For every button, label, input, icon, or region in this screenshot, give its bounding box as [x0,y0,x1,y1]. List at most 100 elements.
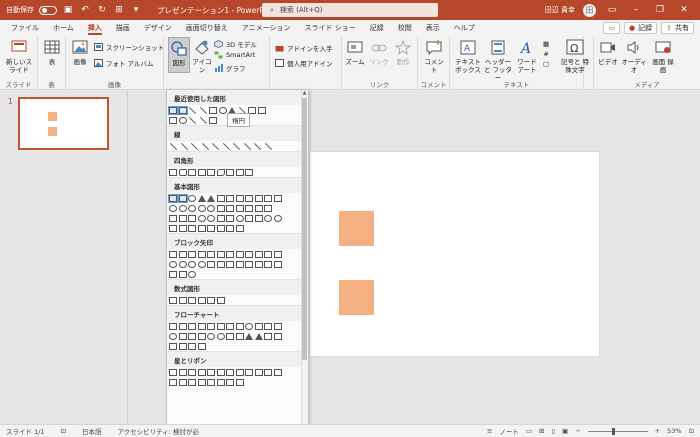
snip-rect-2-shape[interactable] [197,168,206,176]
curve-line-shape[interactable] [243,142,251,150]
curved-ribbon-down-shape[interactable] [197,378,206,386]
chord-shape[interactable] [197,204,206,212]
cube-shape[interactable] [178,214,187,222]
left-right-arrow-shape[interactable] [207,250,215,258]
fit-slide-icon[interactable]: ⊡ [689,427,694,435]
language-status[interactable]: 日本語 [82,426,102,436]
left-arrow-shape[interactable] [178,250,187,258]
link-button[interactable]: リンク [368,39,390,66]
zoom-button[interactable]: ズーム [344,39,366,66]
no-symbol-shape[interactable] [207,214,215,222]
scrollbar-thumb[interactable] [302,98,307,360]
left-brace-shape[interactable] [226,224,234,232]
star-7-shape[interactable] [216,368,225,376]
frame-shape[interactable] [216,204,225,212]
explosion-2-shape[interactable] [178,368,187,376]
slide-thumbnail[interactable] [18,97,109,150]
customize-quick-access-icon[interactable]: ▾ [130,4,142,16]
new-slide-button[interactable]: 新しいスライド [3,39,35,74]
tab-home[interactable]: ホーム [46,20,81,36]
minus-shape[interactable] [178,296,187,304]
pentagon-arrow-shape[interactable] [226,260,234,268]
wordart-button[interactable]: A ワード アート [514,39,540,74]
wave-shape[interactable] [226,378,234,386]
elbow-connector-shape[interactable] [201,142,209,150]
extract-shape[interactable] [245,332,253,340]
snip-rect-3-shape[interactable] [207,168,215,176]
teardrop-shape[interactable] [207,204,215,212]
rect-shape-a[interactable] [169,168,177,176]
icons-button[interactable]: アイコン [192,39,212,74]
display-shape[interactable] [197,342,206,350]
textbox-shape[interactable] [168,105,178,115]
graph-button[interactable]: グラフ [214,63,246,73]
smartart-button[interactable]: SmartArt [214,51,255,59]
video-button[interactable]: ビデオ [597,39,619,66]
user-name[interactable]: 田辺 貴幸 [545,5,575,15]
right-bracket-shape[interactable] [216,224,225,232]
donut-shape[interactable] [197,214,206,222]
magnetic-disk-shape[interactable] [178,342,187,350]
merge-shape[interactable] [254,332,263,340]
star-4-shape[interactable] [188,368,196,376]
summing-junction-shape[interactable] [207,332,215,340]
rectangle-shape-1[interactable] [339,211,374,246]
curved-arrow-shape[interactable] [232,142,241,150]
cloud-shape[interactable] [169,224,177,232]
terminator-shape[interactable] [245,322,253,330]
divide-shape[interactable] [197,296,206,304]
normal-view-icon[interactable]: ▭ [526,427,532,435]
curved-left-arrow-shape[interactable] [178,260,187,268]
get-addins-button[interactable]: アドインを入手 [275,43,333,53]
line-shape[interactable] [188,106,197,114]
save-icon[interactable]: ▣ [62,4,74,16]
header-footer-button[interactable]: ヘッダーと フッター [483,39,513,82]
trapezoid-shape[interactable] [226,194,234,202]
curved-ribbon-up-shape[interactable] [188,378,196,386]
zoom-out-icon[interactable]: − [575,427,580,435]
zoom-in-icon[interactable]: + [655,427,660,435]
curve-shape[interactable] [188,116,197,124]
zoom-level[interactable]: 53% [667,427,681,435]
round-rect-4-shape[interactable] [245,168,253,176]
bent-up-arrow-shape[interactable] [273,250,282,258]
down-callout-shape[interactable] [254,260,263,268]
screenshot-button[interactable]: スクリーンショット [94,42,164,52]
line-double-arrow-shape[interactable] [190,142,199,150]
avatar[interactable]: 田 [583,3,596,17]
card-shape[interactable] [188,332,196,340]
star-5-shape[interactable] [197,368,206,376]
undo-icon[interactable]: ↶ [79,4,91,16]
data-shape[interactable] [197,322,206,330]
diagonal-stripe-shape[interactable] [245,204,253,212]
tab-view[interactable]: 表示 [419,20,447,36]
search-box[interactable]: ⌕ 検索 (Alt+Q) [262,3,438,17]
scribble-shape[interactable] [264,142,272,150]
double-brace-shape[interactable] [197,224,206,232]
present-icon[interactable]: ⊞ [113,4,125,16]
minimize-icon[interactable]: – [628,5,644,15]
right-brace-shape[interactable] [235,224,244,232]
tab-transitions[interactable]: 画面切り替え [179,20,235,36]
rounded-rect-shape[interactable] [178,168,187,176]
circular-arrow-shape[interactable] [188,270,196,278]
equal-shape[interactable] [207,296,215,304]
textbox-button[interactable]: A テキスト ボックス [453,39,483,74]
up-down-arrow-shape[interactable] [216,250,225,258]
can-shape[interactable] [169,214,177,222]
table-button[interactable]: 表 [42,39,62,66]
notes-button[interactable]: ノート [499,426,519,436]
bent-arrow-shape[interactable] [245,250,253,258]
horizontal-scroll-shape[interactable] [216,378,225,386]
basic-triangle-shape[interactable] [197,194,206,202]
star-10-shape[interactable] [235,368,244,376]
comment-button[interactable]: コメント [422,39,446,74]
images-button[interactable]: 画像 [69,39,91,66]
flowchart-shape[interactable] [169,116,177,124]
round-rect-2-shape[interactable] [226,168,234,176]
ribbon-display-icon[interactable]: ▭ [604,5,620,15]
tab-insert[interactable]: 挿入 [81,20,109,36]
hexagon-shape[interactable] [254,194,263,202]
heptagon-shape[interactable] [264,194,272,202]
star-12-shape[interactable] [245,368,253,376]
